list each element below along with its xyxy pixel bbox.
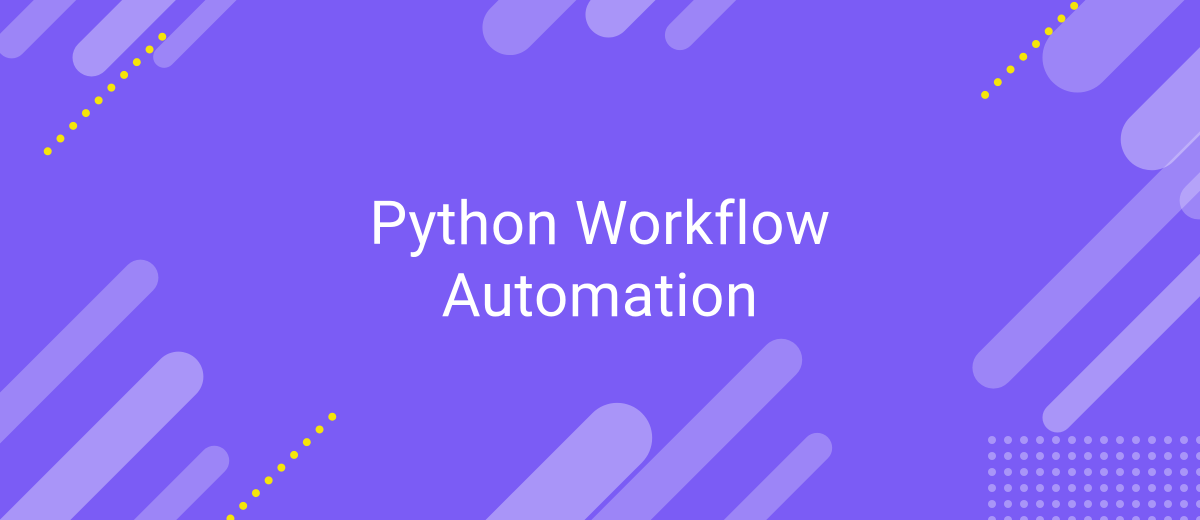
decor-stripe bbox=[659, 0, 822, 56]
hero-banner: Python Workflow Automation bbox=[0, 0, 1200, 520]
decor-dotline bbox=[212, 411, 338, 520]
decor-stripe bbox=[149, 0, 292, 72]
banner-title: Python Workflow Automation bbox=[240, 188, 960, 332]
decor-dotgrid bbox=[988, 436, 1200, 520]
